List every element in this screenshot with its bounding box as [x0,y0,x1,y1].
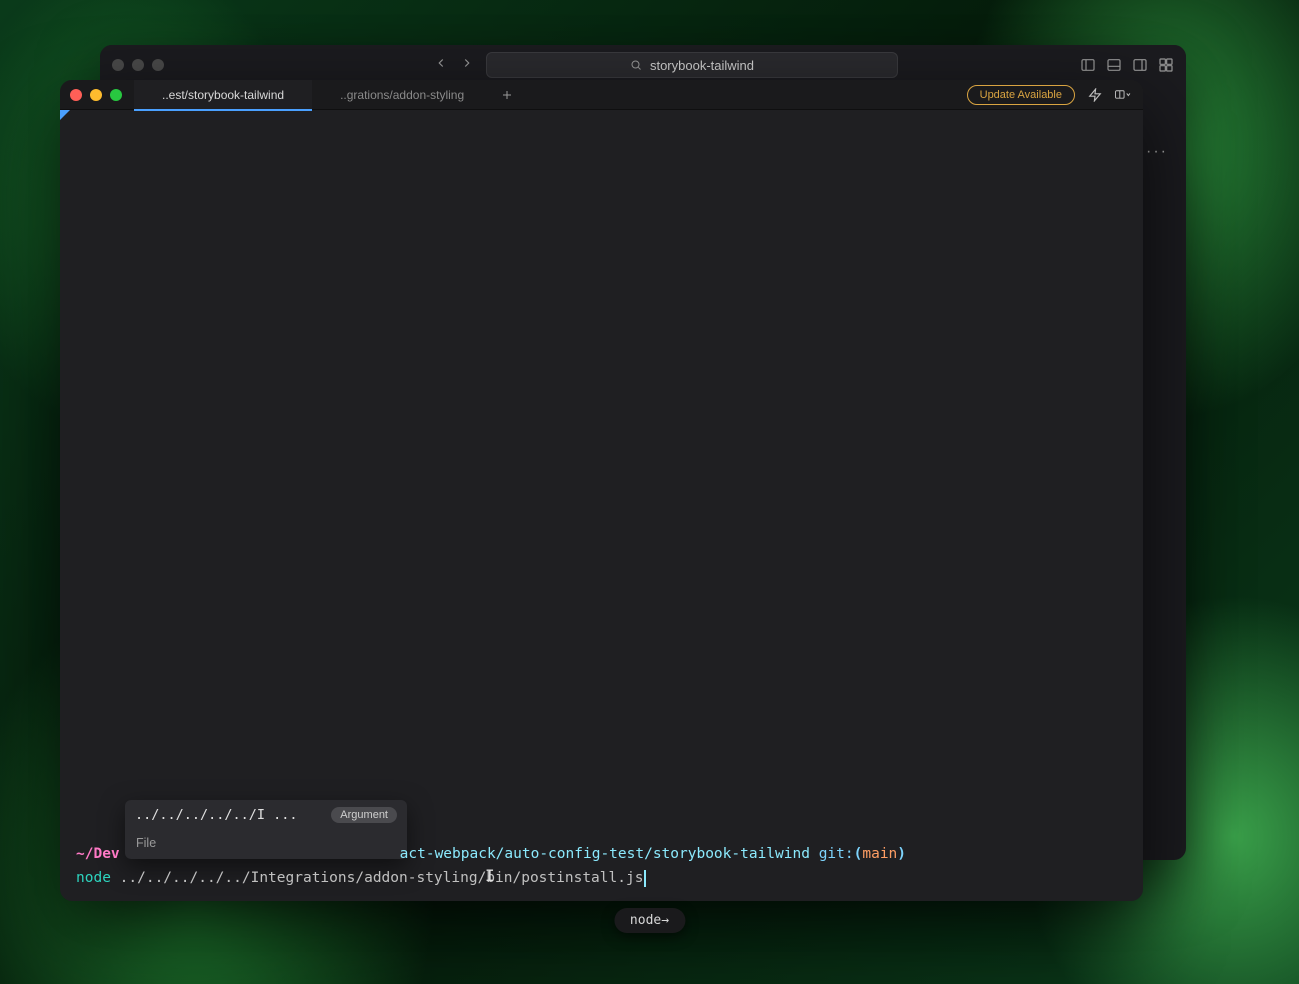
text-cursor [644,870,646,887]
command-name: node [76,866,111,891]
autocomplete-path: ../../../../../I ... [135,807,298,823]
process-status-pill[interactable]: node→ [614,908,685,933]
minimize-dot[interactable] [90,89,102,101]
terminal-body[interactable]: ../../../../../I ... Argument File ~/Dev… [60,110,1143,901]
search-text: storybook-tailwind [650,58,754,73]
panel-left-icon[interactable] [1080,57,1096,73]
split-dropdown-icon[interactable] [1115,87,1131,103]
plus-icon [501,89,513,101]
prompt-path-rest: act-webpack/auto-config-test/storybook-t… [400,846,810,862]
zoom-dot[interactable] [110,89,122,101]
panel-bottom-icon[interactable] [1106,57,1122,73]
layout-icon[interactable] [1158,57,1174,73]
search-icon [630,59,642,71]
update-label: Update Available [980,89,1062,101]
bolt-icon[interactable] [1087,87,1103,103]
panel-right-icon[interactable] [1132,57,1148,73]
nav-back-icon[interactable] [434,56,448,74]
update-available-button[interactable]: Update Available [967,85,1075,105]
tab-label: ..est/storybook-tailwind [162,88,284,102]
new-tab-button[interactable] [492,80,522,109]
terminal-window: ..est/storybook-tailwind ..grations/addo… [60,80,1143,901]
close-dot[interactable] [112,59,124,71]
prompt-git-label: git: [819,846,854,862]
prompt-home-segment: ~/Dev [76,846,120,862]
status-text: node→ [630,913,669,928]
tab-strip: ..est/storybook-tailwind ..grations/addo… [134,80,955,109]
prompt-branch: main [862,846,897,862]
tab-2[interactable]: ..grations/addon-styling [312,80,492,110]
prompt-area: ~/Dev act-webpack/auto-config-test/storyb… [76,842,1127,891]
zoom-dot[interactable] [152,59,164,71]
command-argument: ../../../../../Integrations/addon-stylin… [111,866,644,891]
traffic-lights-active [70,89,122,101]
minimize-dot[interactable] [132,59,144,71]
prompt-command-line[interactable]: node ../../../../../Integrations/addon-s… [76,866,1127,891]
terminal-titlebar: ..est/storybook-tailwind ..grations/addo… [60,80,1143,110]
tab-1[interactable]: ..est/storybook-tailwind [134,80,312,110]
prompt-paren-close: ) [897,846,906,862]
command-search-bar[interactable]: storybook-tailwind [486,52,898,78]
tab-label: ..grations/addon-styling [340,88,464,102]
traffic-lights-inactive [112,59,164,71]
editor-more-icon[interactable]: ··· [1146,143,1168,161]
nav-forward-icon[interactable] [460,56,474,74]
autocomplete-badge: Argument [331,807,397,823]
editor-titlebar: storybook-tailwind [100,45,1186,85]
close-dot[interactable] [70,89,82,101]
prompt-cwd-line: ~/Dev act-webpack/auto-config-test/storyb… [76,842,1127,867]
